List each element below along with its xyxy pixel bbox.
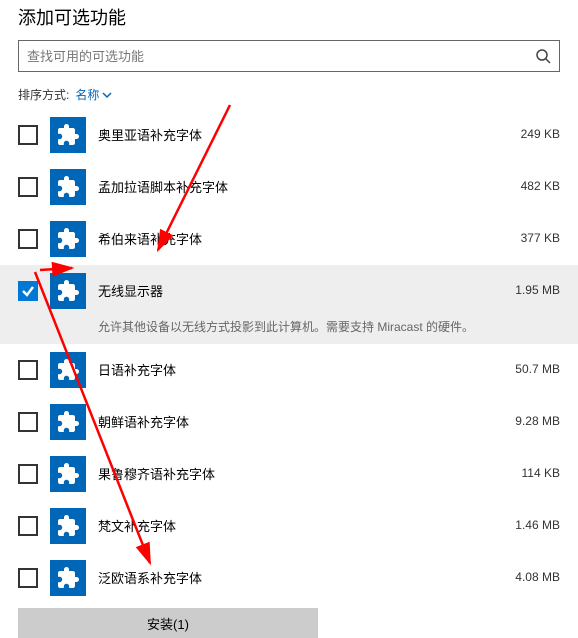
list-item[interactable]: 泛欧语系补充字体 4.08 MB: [0, 552, 578, 604]
checkbox[interactable]: [18, 281, 38, 301]
item-size: 114 KB: [522, 456, 560, 480]
puzzle-icon: [50, 352, 86, 388]
checkbox[interactable]: [18, 516, 38, 536]
item-body: 希伯来语补充字体: [98, 221, 509, 248]
checkbox[interactable]: [18, 125, 38, 145]
item-name: 梵文补充字体: [98, 516, 503, 535]
item-size: 9.28 MB: [515, 404, 560, 428]
item-size: 249 KB: [521, 117, 560, 141]
search-box[interactable]: [18, 40, 560, 72]
item-name: 泛欧语系补充字体: [98, 568, 503, 587]
puzzle-icon: [50, 117, 86, 153]
item-body: 日语补充字体: [98, 352, 503, 379]
puzzle-icon: [50, 560, 86, 596]
checkbox[interactable]: [18, 177, 38, 197]
puzzle-icon: [50, 456, 86, 492]
sort-value-text: 名称: [75, 86, 99, 103]
item-name: 希伯来语补充字体: [98, 229, 509, 248]
item-description: 允许其他设备以无线方式投影到此计算机。需要支持 Miracast 的硬件。: [98, 318, 503, 336]
puzzle-icon: [50, 169, 86, 205]
list-item[interactable]: 希伯来语补充字体 377 KB: [0, 213, 578, 265]
item-body: 朝鲜语补充字体: [98, 404, 503, 431]
puzzle-icon: [50, 273, 86, 309]
puzzle-icon: [50, 508, 86, 544]
page-title: 添加可选功能: [0, 0, 578, 40]
list-item[interactable]: 日语补充字体 50.7 MB: [0, 344, 578, 396]
item-name: 无线显示器: [98, 281, 503, 300]
checkbox[interactable]: [18, 360, 38, 380]
search-input[interactable]: [27, 49, 535, 64]
item-size: 1.46 MB: [515, 508, 560, 532]
list-item[interactable]: 朝鲜语补充字体 9.28 MB: [0, 396, 578, 448]
search-icon: [535, 48, 551, 64]
list-item[interactable]: 果鲁穆齐语补充字体 114 KB: [0, 448, 578, 500]
feature-list: 奥里亚语补充字体 249 KB 孟加拉语脚本补充字体 482 KB 希伯来语补充字体 37…: [0, 109, 578, 604]
sort-row: 排序方式: 名称: [0, 86, 578, 109]
list-item[interactable]: 奥里亚语补充字体 249 KB: [0, 109, 578, 161]
item-body: 泛欧语系补充字体: [98, 560, 503, 587]
checkbox[interactable]: [18, 412, 38, 432]
chevron-down-icon: [102, 90, 112, 100]
item-name: 日语补充字体: [98, 360, 503, 379]
sort-label: 排序方式:: [18, 86, 69, 103]
item-size: 4.08 MB: [515, 560, 560, 584]
item-size: 482 KB: [521, 169, 560, 193]
item-size: 50.7 MB: [515, 352, 560, 376]
item-body: 奥里亚语补充字体: [98, 117, 509, 144]
puzzle-icon: [50, 221, 86, 257]
item-name: 果鲁穆齐语补充字体: [98, 464, 510, 483]
list-item[interactable]: 梵文补充字体 1.46 MB: [0, 500, 578, 552]
item-name: 孟加拉语脚本补充字体: [98, 177, 509, 196]
sort-dropdown[interactable]: 名称: [75, 86, 112, 103]
puzzle-icon: [50, 404, 86, 440]
item-body: 梵文补充字体: [98, 508, 503, 535]
list-item[interactable]: 孟加拉语脚本补充字体 482 KB: [0, 161, 578, 213]
item-name: 奥里亚语补充字体: [98, 125, 509, 144]
item-body: 果鲁穆齐语补充字体: [98, 456, 510, 483]
install-button[interactable]: 安装(1): [18, 608, 318, 638]
item-body: 无线显示器允许其他设备以无线方式投影到此计算机。需要支持 Miracast 的硬…: [98, 273, 503, 336]
checkbox[interactable]: [18, 229, 38, 249]
item-size: 377 KB: [521, 221, 560, 245]
item-name: 朝鲜语补充字体: [98, 412, 503, 431]
checkmark-icon: [21, 284, 35, 298]
item-size: 1.95 MB: [515, 273, 560, 297]
checkbox[interactable]: [18, 568, 38, 588]
checkbox[interactable]: [18, 464, 38, 484]
list-item[interactable]: 无线显示器允许其他设备以无线方式投影到此计算机。需要支持 Miracast 的硬…: [0, 265, 578, 344]
item-body: 孟加拉语脚本补充字体: [98, 169, 509, 196]
